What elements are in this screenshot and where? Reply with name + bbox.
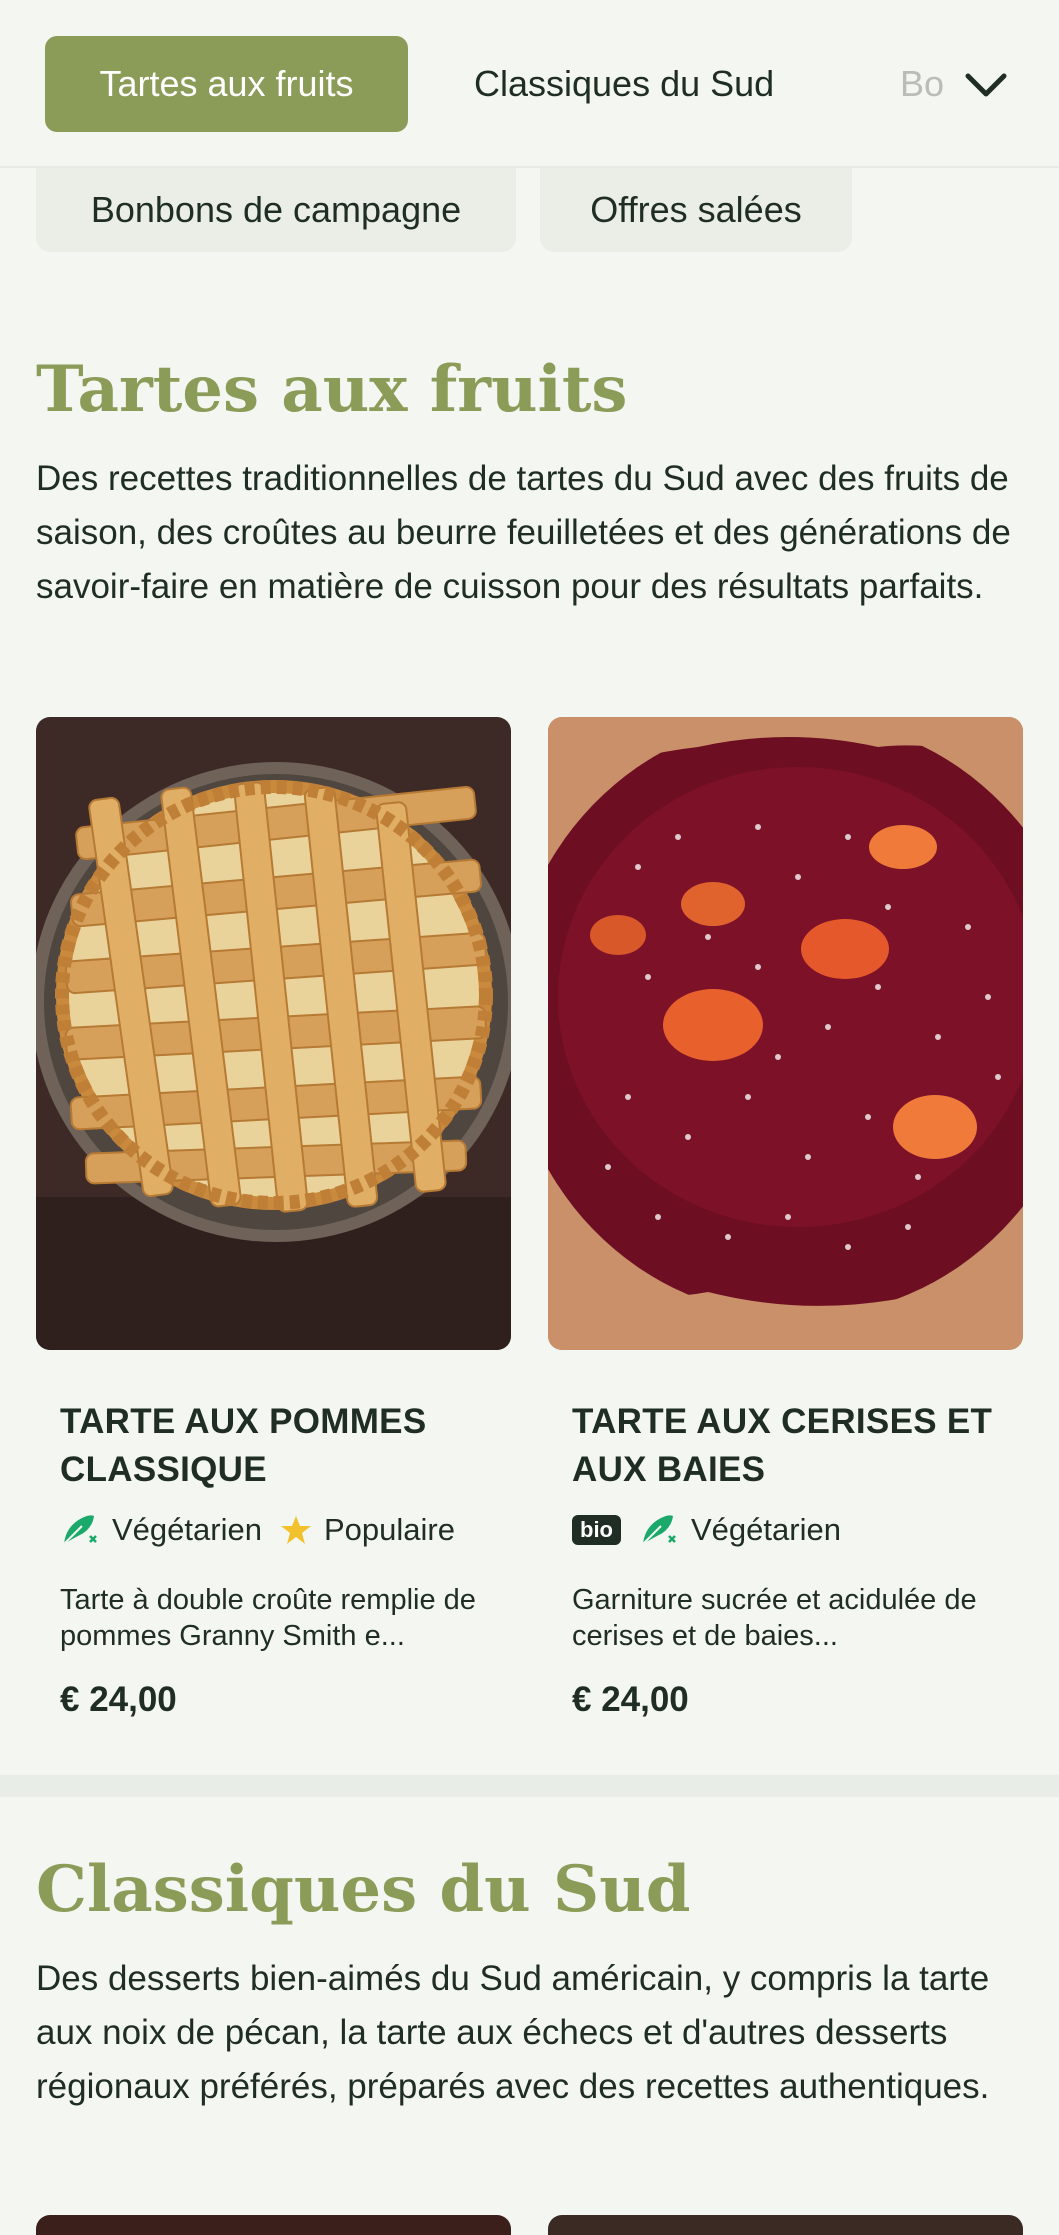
tag-label: Populaire bbox=[323, 1512, 455, 1547]
product-price: € 24,00 bbox=[60, 1680, 177, 1719]
chevron-down-icon[interactable] bbox=[960, 60, 1012, 112]
product-description: Tarte à double croûte remplie de pommes … bbox=[60, 1584, 476, 1652]
section-description: Des desserts bien-aimés du Sud américain… bbox=[36, 1959, 990, 2106]
section-title: Tartes aux fruits bbox=[36, 352, 628, 427]
category-nav: Tartes aux fruits Classiques du Sud Bo bbox=[0, 0, 1059, 168]
star-icon bbox=[280, 1516, 311, 1544]
section-description: Des recettes traditionnelles de tartes d… bbox=[36, 459, 1011, 606]
tag-vegetarien: Végétarien bbox=[639, 1512, 841, 1548]
product-description: Garniture sucrée et acidulée de cerises … bbox=[572, 1584, 977, 1652]
product-image-apple-pie[interactable] bbox=[36, 717, 511, 1350]
product-title[interactable]: TARTE AUX CERISES ET AUX BAIES bbox=[572, 1398, 1012, 1494]
tag-populaire: Populaire bbox=[280, 1512, 455, 1548]
product-price: € 24,00 bbox=[572, 1680, 689, 1719]
tab-bonbons-de-campagne[interactable]: Bonbons de campagne bbox=[36, 168, 516, 252]
tag-label: Végétarien bbox=[112, 1512, 262, 1547]
tab-classiques-du-sud[interactable]: Classiques du Sud bbox=[474, 36, 774, 132]
leaf-icon bbox=[642, 1515, 676, 1545]
product-image[interactable] bbox=[36, 2215, 511, 2235]
section-title: Classiques du Sud bbox=[36, 1852, 691, 1927]
product-image-cherry-berry-pie[interactable] bbox=[548, 717, 1023, 1350]
product-tags: Végétarien Populaire bbox=[60, 1510, 473, 1550]
tag-label: Végétarien bbox=[691, 1512, 841, 1547]
product-image[interactable] bbox=[548, 2215, 1023, 2235]
leaf-icon bbox=[63, 1515, 97, 1545]
tab-offres-salees[interactable]: Offres salées bbox=[540, 168, 852, 252]
tag-vegetarien: Végétarien bbox=[60, 1512, 262, 1548]
section-divider bbox=[0, 1775, 1059, 1797]
tab-bonbons-faded[interactable]: Bo bbox=[900, 36, 958, 132]
product-title[interactable]: TARTE AUX POMMES CLASSIQUE bbox=[60, 1398, 500, 1494]
bio-badge: bio bbox=[572, 1515, 621, 1545]
tab-tartes-aux-fruits[interactable]: Tartes aux fruits bbox=[45, 36, 408, 132]
product-tags: bio Végétarien bbox=[572, 1510, 859, 1550]
